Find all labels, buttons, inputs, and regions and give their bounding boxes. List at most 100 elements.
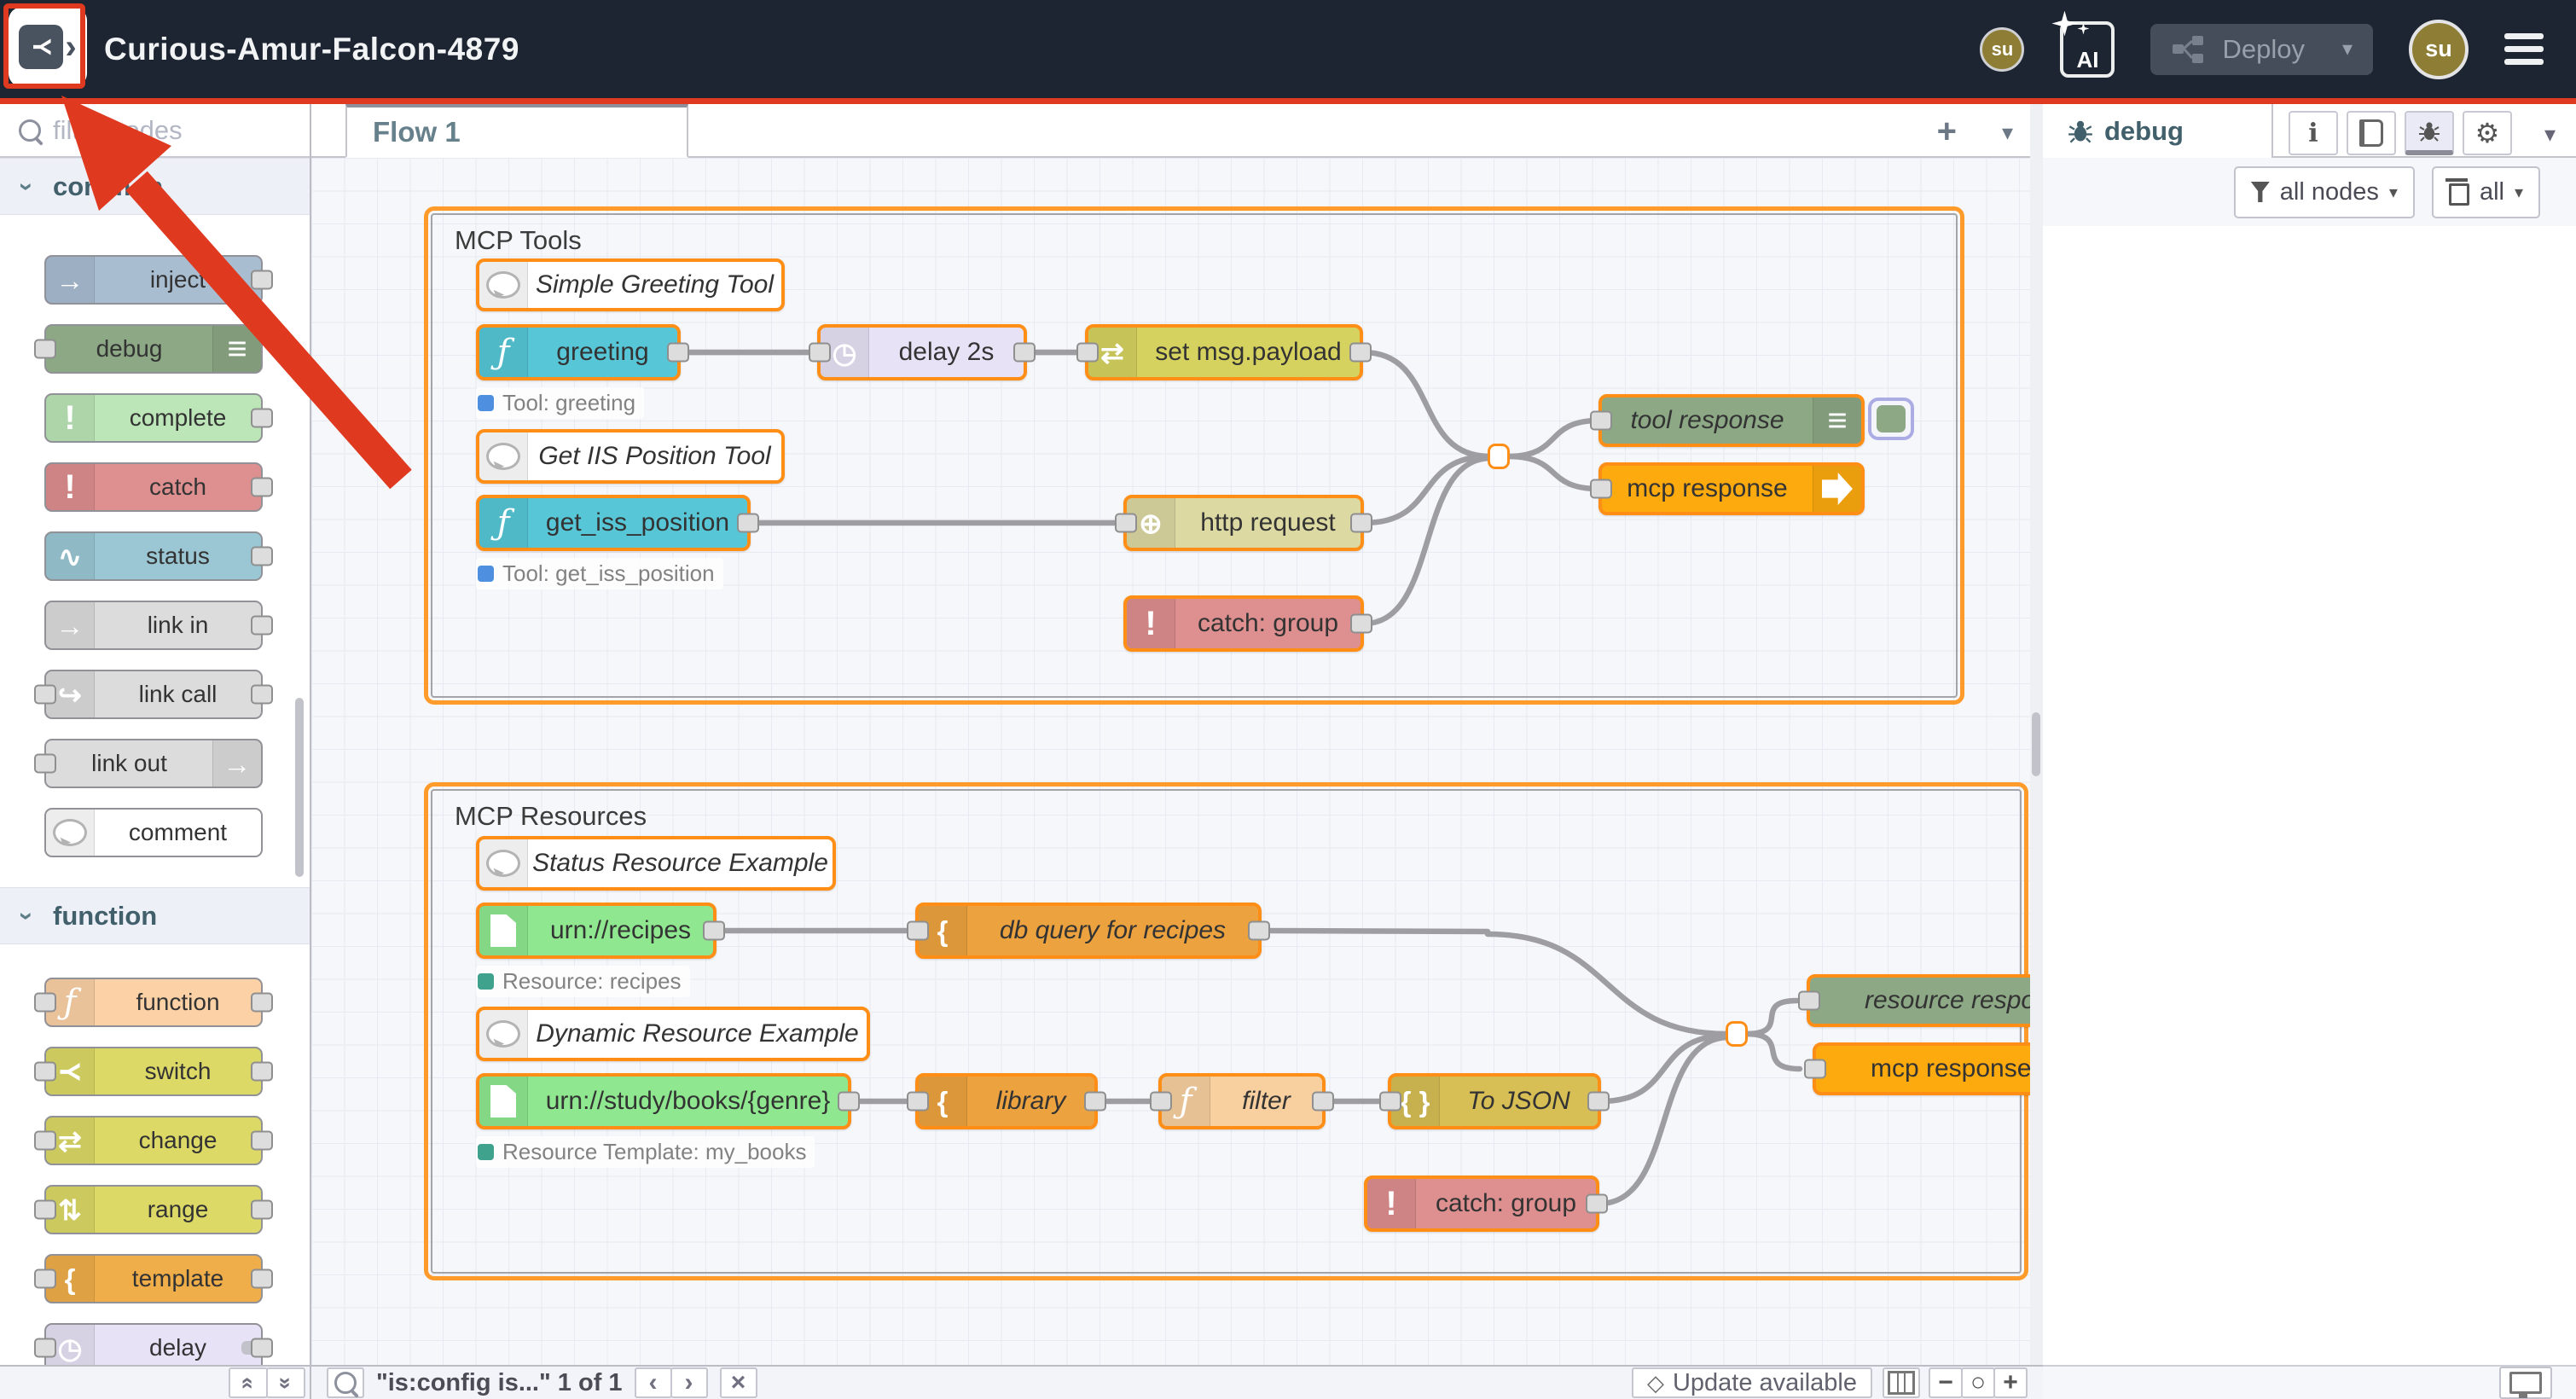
input-port[interactable] <box>907 1092 929 1112</box>
palette-node-link-call[interactable]: ↪link call <box>44 670 263 719</box>
input-port[interactable] <box>1590 411 1612 431</box>
ai-assistant-button[interactable]: AI <box>2060 21 2115 78</box>
input-port[interactable] <box>1379 1092 1401 1112</box>
navigator-button[interactable] <box>1883 1367 1920 1398</box>
node-mcp-response[interactable]: mcp response <box>1598 462 1865 515</box>
node-http-request[interactable]: ⊕http request <box>1123 495 1364 551</box>
debug-filter-button[interactable]: all nodes ▾ <box>2234 166 2415 218</box>
node-mcp-response[interactable]: mcp response <box>1813 1042 2030 1095</box>
update-available-button[interactable]: ◇ Update available <box>1632 1367 1872 1398</box>
open-debug-window-button[interactable] <box>2499 1367 2552 1399</box>
palette-category-common[interactable]: ›common <box>0 158 310 215</box>
search-button[interactable] <box>327 1367 364 1398</box>
wire[interactable] <box>1364 458 1491 624</box>
palette-node-range[interactable]: ⇅range <box>44 1185 263 1234</box>
wire[interactable] <box>1508 456 1598 489</box>
node-set-msg-payload[interactable]: ⇄set msg.payload <box>1085 324 1363 380</box>
output-port[interactable] <box>703 921 725 941</box>
sidebar-menu-caret-icon[interactable]: ▾ <box>2544 121 2556 148</box>
zoom-out-button[interactable]: − <box>1929 1367 1963 1398</box>
node-filter[interactable]: ƒfilter <box>1158 1073 1326 1129</box>
node-urn-recipes[interactable]: urn://recipes <box>476 903 717 959</box>
output-port[interactable] <box>1587 1092 1610 1112</box>
output-port[interactable] <box>251 1338 273 1358</box>
palette-node-template[interactable]: {template <box>44 1254 263 1303</box>
palette-filter[interactable]: filter nodes <box>0 104 310 158</box>
node-catch-group[interactable]: !catch: group <box>1364 1176 1599 1232</box>
output-port[interactable] <box>251 685 273 705</box>
wire[interactable] <box>1508 421 1598 456</box>
input-port[interactable] <box>1076 343 1099 363</box>
input-port[interactable] <box>34 1062 56 1082</box>
node-dynamic-resource-example[interactable]: Dynamic Resource Example <box>476 1007 870 1061</box>
palette-node-debug[interactable]: ≡debug <box>44 324 263 374</box>
user-avatar[interactable]: su <box>2409 20 2469 79</box>
output-port[interactable] <box>1350 514 1372 533</box>
input-port[interactable] <box>1150 1092 1172 1112</box>
node-urn-study-books-genre-[interactable]: urn://study/books/{genre} <box>476 1073 851 1129</box>
wire[interactable] <box>1601 1036 1727 1101</box>
config-tab-button[interactable]: ⚙ <box>2463 111 2512 155</box>
palette-category-function[interactable]: ›function <box>0 887 310 944</box>
output-port[interactable] <box>251 616 273 636</box>
node-simple-greeting-tool[interactable]: Simple Greeting Tool <box>476 258 785 311</box>
node-library[interactable]: {library <box>915 1073 1098 1129</box>
sidebar-splitter[interactable] <box>2030 104 2043 1399</box>
output-port[interactable] <box>251 409 273 428</box>
output-port[interactable] <box>1350 614 1372 634</box>
expand-categories-button[interactable]: » <box>266 1367 305 1398</box>
flow-list-caret-icon[interactable]: ▾ <box>2002 119 2013 146</box>
tab-flow-1[interactable]: Flow 1 <box>345 104 688 158</box>
palette-node-switch[interactable]: Yswitch <box>44 1047 263 1096</box>
output-port[interactable] <box>838 1092 860 1112</box>
input-port[interactable] <box>1590 479 1612 499</box>
wire[interactable] <box>1599 1037 1729 1204</box>
palette-node-change[interactable]: ⇄change <box>44 1116 263 1165</box>
output-port[interactable] <box>1248 921 1270 941</box>
node-tool-response[interactable]: ≡tool response <box>1598 394 1865 447</box>
user-avatar-small[interactable]: su <box>1980 27 2024 72</box>
flow-canvas[interactable]: MCP ToolsMCP ResourcesSimple Greeting To… <box>311 158 2030 1365</box>
wire[interactable] <box>1746 1034 1800 1069</box>
node-greeting[interactable]: ƒgreeting <box>476 324 681 380</box>
wire[interactable] <box>1363 352 1489 456</box>
deploy-caret-icon[interactable]: ▾ <box>2342 37 2353 61</box>
collapse-categories-button[interactable]: « <box>229 1367 268 1398</box>
palette-node-link-out[interactable]: →link out <box>44 739 263 788</box>
output-port[interactable] <box>1013 343 1036 363</box>
output-port[interactable] <box>251 478 273 497</box>
wire[interactable] <box>1262 931 1488 932</box>
deploy-button[interactable]: Deploy ▾ <box>2150 24 2373 75</box>
input-port[interactable] <box>1804 1059 1826 1079</box>
output-port[interactable] <box>1084 1092 1106 1112</box>
palette-node-function[interactable]: ƒfunction <box>44 978 263 1027</box>
node-get-iss-position[interactable]: ƒget_iss_position <box>476 495 751 551</box>
help-tab-button[interactable] <box>2347 111 2396 155</box>
input-port[interactable] <box>1115 514 1137 533</box>
output-port[interactable] <box>251 547 273 566</box>
palette-scrollbar[interactable] <box>295 698 304 877</box>
node-get-iis-position-tool[interactable]: Get IIS Position Tool <box>476 429 785 484</box>
output-port[interactable] <box>1312 1092 1334 1112</box>
palette-node-catch[interactable]: !catch <box>44 462 263 512</box>
palette-node-comment[interactable]: comment <box>44 808 263 857</box>
input-port[interactable] <box>34 1338 56 1358</box>
output-port[interactable] <box>667 343 689 363</box>
zoom-reset-button[interactable]: ○ <box>1961 1367 1995 1398</box>
tab-debug[interactable]: debug <box>2043 104 2273 158</box>
input-port[interactable] <box>34 1269 56 1289</box>
wire[interactable] <box>1488 934 1727 1034</box>
info-tab-button[interactable]: i <box>2289 111 2338 155</box>
input-port[interactable] <box>34 685 56 705</box>
input-port[interactable] <box>34 754 56 774</box>
input-port[interactable] <box>34 993 56 1013</box>
output-port[interactable] <box>251 993 273 1013</box>
node-catch-group[interactable]: !catch: group <box>1123 595 1364 652</box>
add-flow-button[interactable]: + <box>1937 113 1957 151</box>
output-port[interactable] <box>1586 1194 1608 1214</box>
node-db-query-for-recipes[interactable]: {db query for recipes <box>915 903 1262 959</box>
palette-node-complete[interactable]: !complete <box>44 393 263 443</box>
input-port[interactable] <box>34 1200 56 1220</box>
input-port[interactable] <box>34 340 56 359</box>
input-port[interactable] <box>809 343 831 363</box>
